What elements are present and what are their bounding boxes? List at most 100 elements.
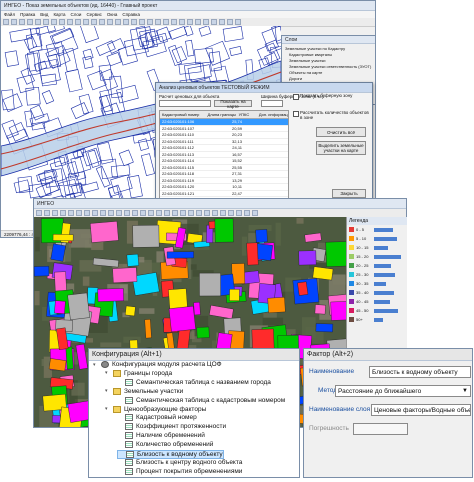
buffer-width-field[interactable] [261,100,283,107]
tree-item[interactable]: Наличие обременений [117,432,205,440]
second-tool-button[interactable] [52,210,58,216]
legend-row[interactable]: 45 - 50 [347,306,407,315]
main-tool-button[interactable] [35,19,41,25]
main-tool-button[interactable] [211,19,217,25]
tree-item[interactable]: ▾ Конфигурация модуля расчета ЦОФ [93,361,222,368]
parcel-shape[interactable] [325,241,346,267]
main-tool-button[interactable] [3,19,9,25]
parcel-shape[interactable] [65,346,74,370]
tree-item[interactable]: Семантическая таблица с названием города [117,378,271,386]
buffer-zone-checkbox[interactable] [293,94,299,100]
tree-item[interactable]: Процент покрытия обременениями [117,467,242,475]
legend-row[interactable]: 5 - 10 [347,234,407,243]
factor-layer-field[interactable]: Ценовые факторы/Водные объекты [371,404,471,416]
parcel-shape[interactable] [52,234,74,242]
parcel-shape[interactable] [199,272,221,297]
legend-row[interactable]: 10 - 15 [347,243,407,252]
main-tool-button[interactable] [107,19,113,25]
legend-row[interactable]: 0 - 5 [347,225,407,234]
main-tool-button[interactable] [19,19,25,25]
second-tool-button[interactable] [60,210,66,216]
second-tool-button[interactable] [148,210,154,216]
second-tool-button[interactable] [164,210,170,216]
main-tool-button[interactable] [203,19,209,25]
second-tool-button[interactable] [236,210,242,216]
main-tool-button[interactable] [187,19,193,25]
tree-item[interactable]: Семантическая таблица с кадастровым номе… [117,396,285,404]
menu-item-edit[interactable]: Правка [20,12,35,17]
main-tool-button[interactable] [67,19,73,25]
expand-toggle-icon[interactable]: ▾ [105,406,110,412]
main-tool-button[interactable] [219,19,225,25]
tree-item[interactable]: Близость к центру водного объекта [117,458,242,466]
second-tool-button[interactable] [244,210,250,216]
parcel-shape[interactable] [67,292,90,320]
legend-row[interactable]: 15 - 20 [347,252,407,261]
tree-item[interactable]: Коэффициент протяженности [117,423,226,431]
menu-item-windows[interactable]: Окна [107,12,117,17]
menu-item-service[interactable]: Сервис [86,12,101,17]
main-tool-button[interactable] [11,19,17,25]
parcel-shape[interactable] [126,253,140,267]
parcel-shape[interactable] [312,266,334,281]
parcel-shape[interactable] [297,281,309,296]
count-objects-checkbox[interactable] [293,111,299,117]
second-tool-button[interactable] [172,210,178,216]
menu-item-file[interactable]: Файл [4,12,15,17]
main-tool-button[interactable] [83,19,89,25]
tree-item[interactable]: Близость к водному объекту [117,450,224,459]
second-tool-button[interactable] [204,210,210,216]
second-tool-button[interactable] [108,210,114,216]
col-cadastral[interactable]: Кадастровый номер [160,112,206,117]
main-tool-button[interactable] [91,19,97,25]
show-on-map-button[interactable]: Показать на карте [214,99,252,109]
menu-item-layers[interactable]: Слои [70,12,81,17]
parcel-shape[interactable] [330,300,346,321]
main-tool-button[interactable] [179,19,185,25]
main-tool-button[interactable] [115,19,121,25]
col-extra[interactable]: Доп. информация [257,112,288,117]
parcel-shape[interactable] [255,229,268,243]
main-tool-button[interactable] [75,19,81,25]
legend-row[interactable]: 25 - 30 [347,270,407,279]
parcel-shape[interactable] [231,263,246,285]
col-upks[interactable]: УПКС [237,112,257,117]
parcel-shape[interactable] [168,305,196,332]
calc-object-field[interactable] [159,100,211,107]
parcel-shape[interactable] [89,221,119,243]
second-tool-button[interactable] [76,210,82,216]
second-tool-button[interactable] [228,210,234,216]
tree-item[interactable]: Кадастровый номер [117,414,197,422]
main-tool-button[interactable] [195,19,201,25]
main-tool-button[interactable] [155,19,161,25]
parcel-shape[interactable] [267,297,286,314]
factor-method-select[interactable]: Расстояние до ближайшего ▼ [335,385,471,397]
legend-row[interactable]: 50+ [347,315,407,324]
second-tool-button[interactable] [124,210,130,216]
second-tool-button[interactable] [44,210,50,216]
parcel-shape[interactable] [97,288,124,302]
second-tool-button[interactable] [100,210,106,216]
clear-all-button[interactable]: Очистить всё [316,127,366,137]
main-tool-button[interactable] [123,19,129,25]
second-tool-button[interactable] [196,210,202,216]
factor-error-field[interactable] [353,423,408,435]
parcel-shape[interactable] [34,265,50,277]
select-parcels-button[interactable]: Выделить земельные участки на карте [316,141,366,155]
close-dialog-button[interactable]: Закрыть [332,189,366,198]
legend-row[interactable]: 40 - 45 [347,297,407,306]
tree-item[interactable]: ▾ Ценообразующие факторы [105,405,206,413]
parcel-shape[interactable] [196,326,210,339]
second-tool-button[interactable] [180,210,186,216]
main-tool-button[interactable] [163,19,169,25]
main-tool-button[interactable] [131,19,137,25]
main-tool-button[interactable] [59,19,65,25]
main-tool-button[interactable] [99,19,105,25]
second-tool-button[interactable] [140,210,146,216]
second-tool-button[interactable] [84,210,90,216]
menu-item-map[interactable]: Карта [53,12,65,17]
menu-item-help[interactable]: Справка [122,12,140,17]
second-tool-button[interactable] [116,210,122,216]
parcel-shape[interactable] [214,218,234,243]
second-tool-button[interactable] [188,210,194,216]
